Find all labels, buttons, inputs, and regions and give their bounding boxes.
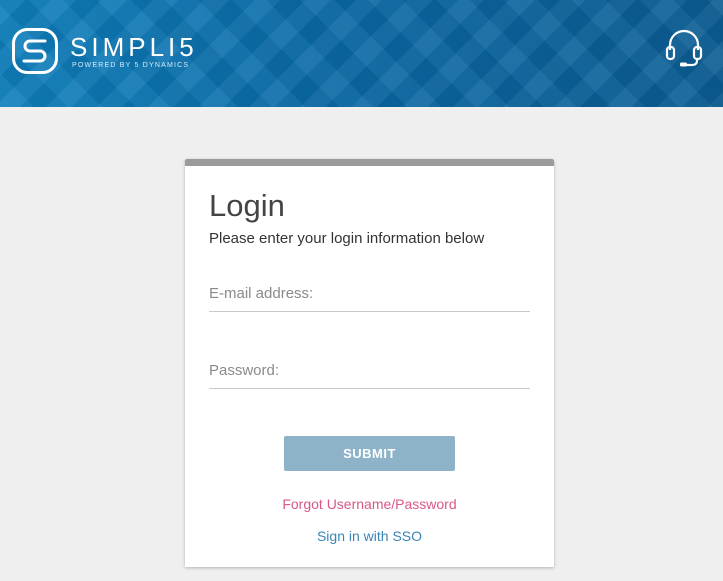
- page-title: Login: [209, 188, 285, 223]
- sso-sign-in-link[interactable]: Sign in with SSO: [185, 528, 554, 544]
- s-logo-mark-icon: [12, 28, 58, 74]
- submit-button[interactable]: SUBMIT: [284, 436, 455, 471]
- login-instructions: Please enter your login information belo…: [209, 230, 485, 247]
- card-top-bar: [185, 159, 554, 166]
- app-header: SIMPLI5 POWERED BY 5 DYNAMICS: [0, 0, 723, 107]
- forgot-credentials-link[interactable]: Forgot Username/Password: [185, 496, 554, 512]
- brand-tagline: POWERED BY 5 DYNAMICS: [72, 62, 190, 69]
- headset-icon[interactable]: [664, 26, 704, 68]
- password-field[interactable]: [209, 356, 530, 389]
- email-field[interactable]: [209, 279, 530, 312]
- login-card: Login Please enter your login informatio…: [185, 159, 554, 567]
- brand-name: SIMPLI5: [70, 32, 198, 62]
